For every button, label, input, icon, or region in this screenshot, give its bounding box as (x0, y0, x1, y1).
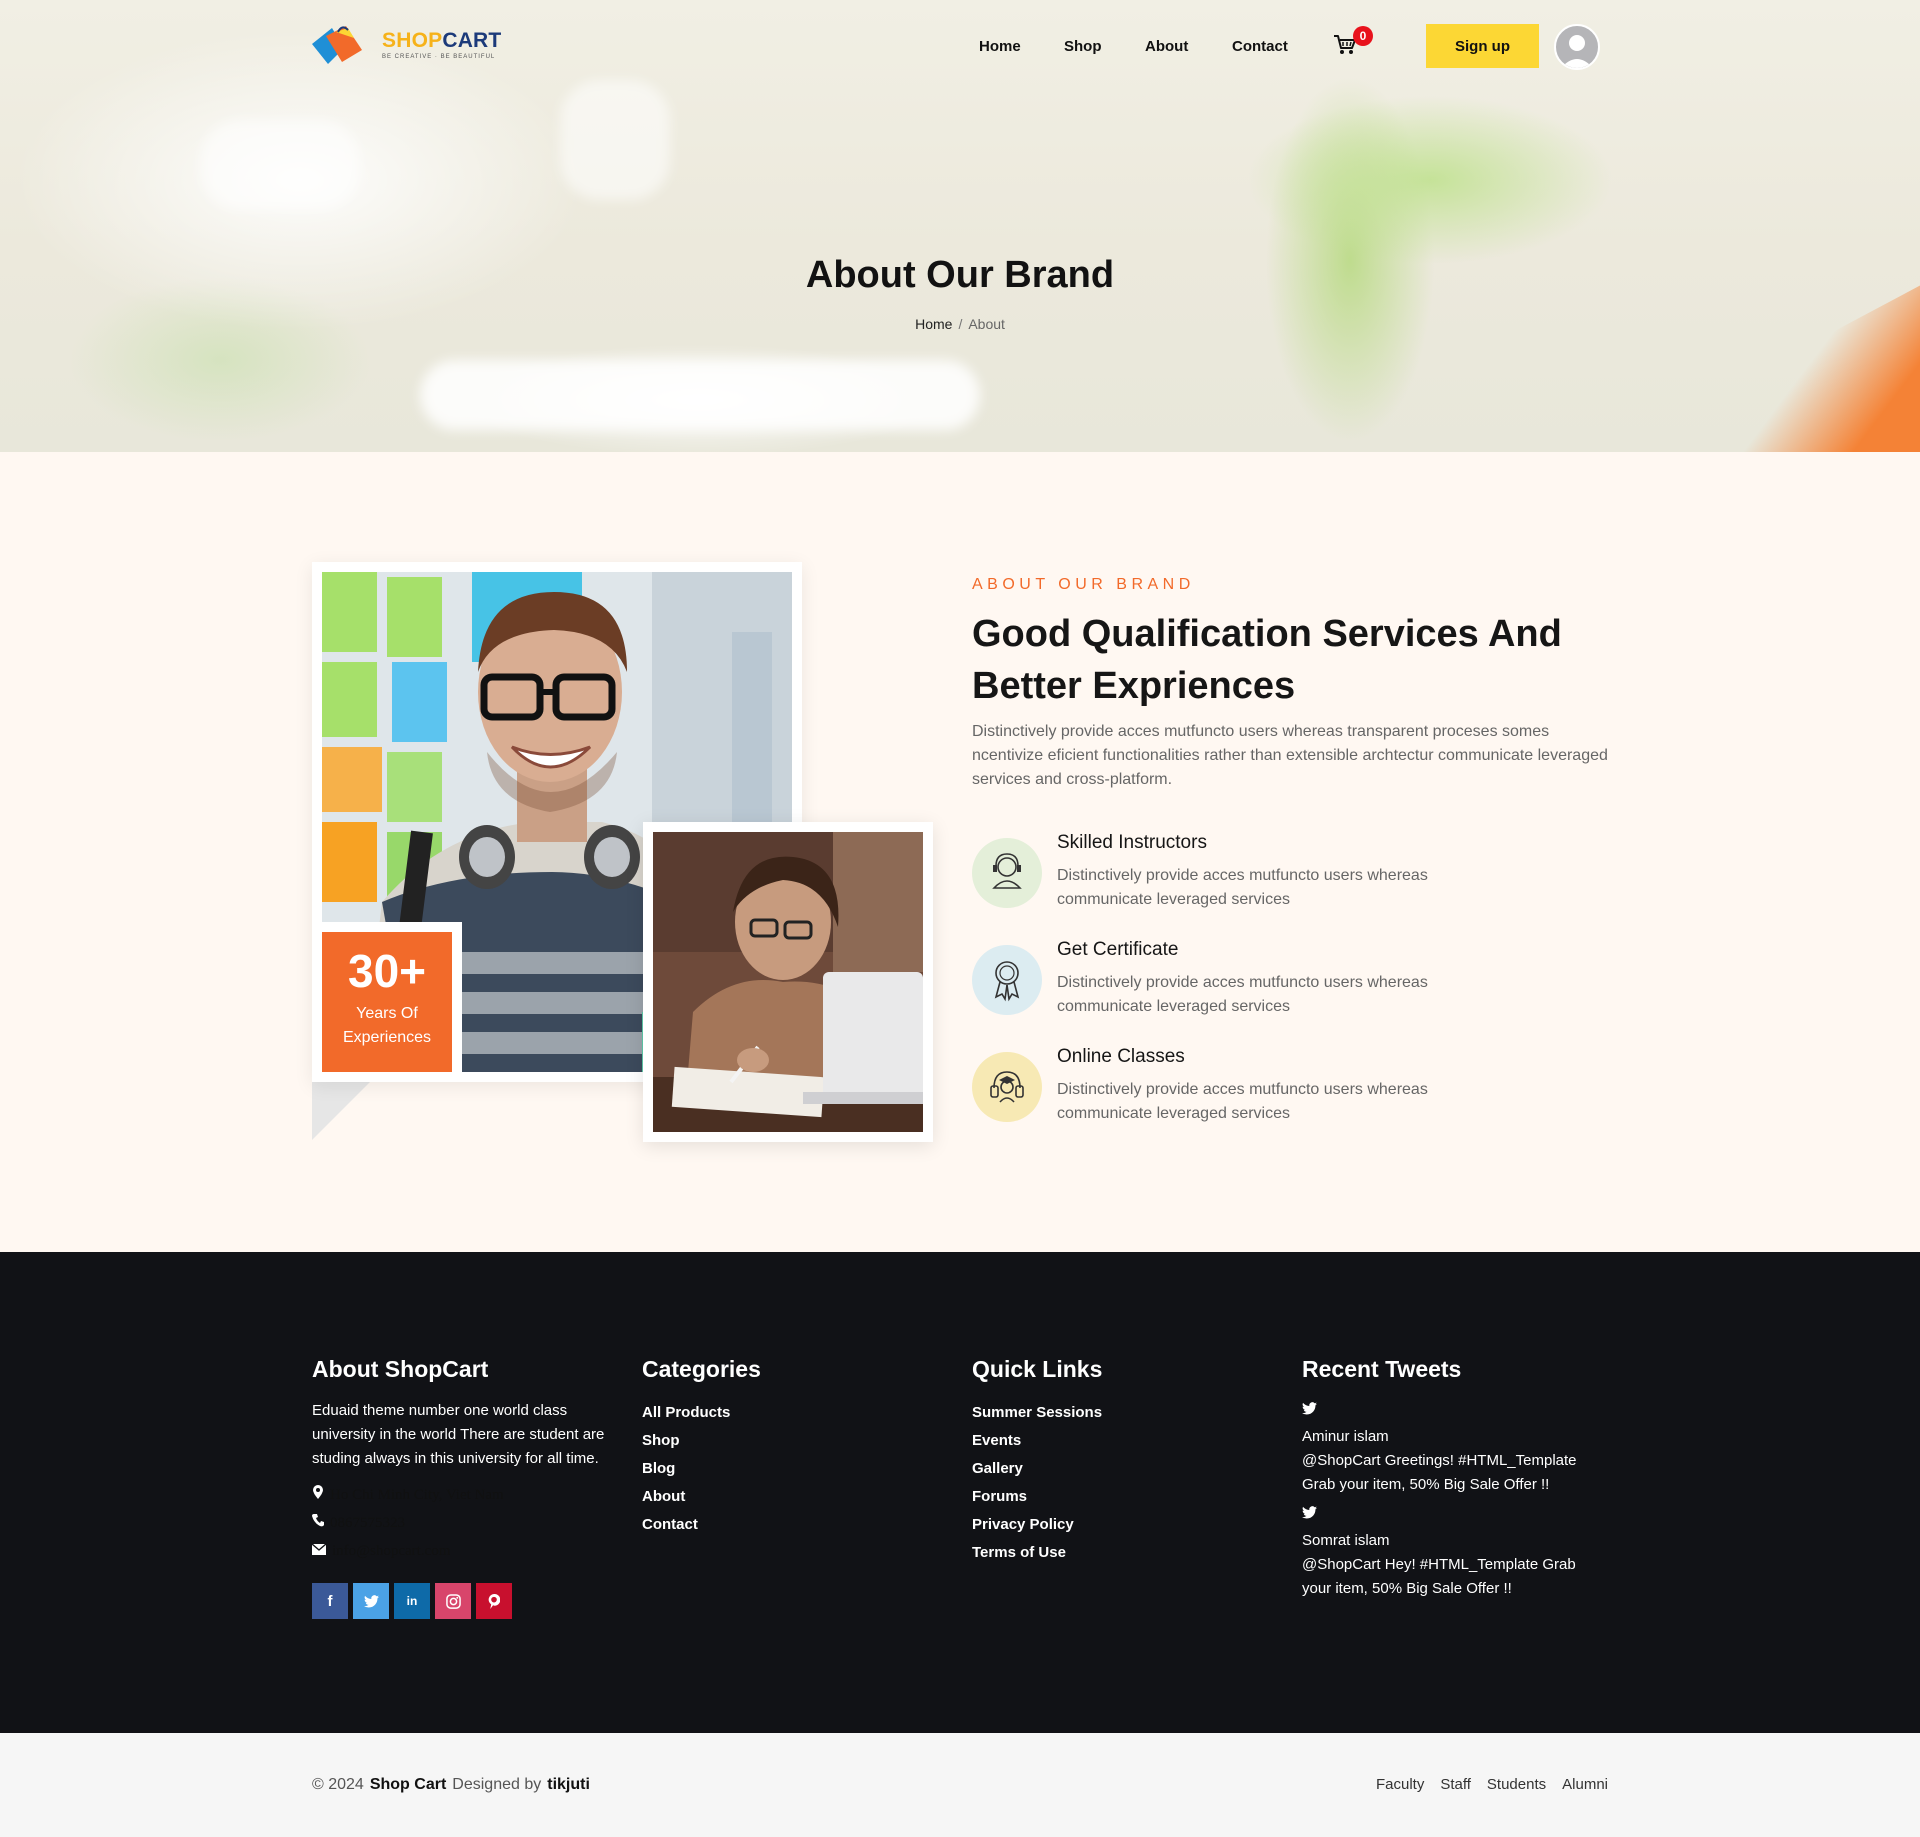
footer-quick-links-column: Quick Links Summer Sessions Events Galle… (972, 1356, 1102, 1567)
designer-name[interactable]: tikjuti (547, 1776, 590, 1793)
feature-get-certificate: Get Certificate Distinctively provide ac… (972, 939, 1572, 1019)
twitter-bird-icon (1302, 1399, 1602, 1423)
footer-about-text: Eduaid theme number one world class univ… (312, 1402, 605, 1467)
tweet-author: Aminur islam (1302, 1428, 1389, 1445)
decorative-triangle (312, 1080, 372, 1140)
hero-bg-blob (420, 360, 980, 430)
user-avatar[interactable] (1554, 24, 1600, 70)
bottom-links: Faculty Staff Students Alumni (1376, 1776, 1608, 1793)
nav-about[interactable]: About (1145, 38, 1188, 55)
site-footer (0, 1252, 1920, 1733)
experience-label-line2: Experiences (342, 1029, 432, 1046)
feature-description: Distinctively provide acces mutfuncto us… (1057, 867, 1428, 908)
footer-quick-links-title: Quick Links (972, 1356, 1103, 1382)
bottom-link-students[interactable]: Students (1487, 1776, 1546, 1793)
footer-categories-title: Categories (642, 1356, 761, 1382)
section-subtitle: ABOUT OUR BRAND (972, 576, 1195, 593)
logo-text: SHOPCART (382, 29, 502, 52)
tweet-text: @ShopCart Hey! #HTML_Template Grab your … (1302, 1556, 1576, 1597)
footer-link-blog[interactable]: Blog (642, 1455, 761, 1483)
bottom-link-faculty[interactable]: Faculty (1376, 1776, 1424, 1793)
footer-link-summer-sessions[interactable]: Summer Sessions (972, 1399, 1102, 1427)
pinterest-icon[interactable] (476, 1583, 512, 1619)
breadcrumb-current: About (968, 316, 1005, 332)
about-section (0, 452, 1920, 1252)
instagram-icon[interactable] (435, 1583, 471, 1619)
footer-categories-column: Categories All Products Shop Blog About … (642, 1356, 761, 1539)
hero-banner: SHOPCART BE CREATIVE · BE BEAUTIFUL Home… (0, 0, 1920, 452)
twitter-bird-icon (1302, 1503, 1602, 1527)
cart-count-badge: 0 (1353, 26, 1373, 46)
footer-address: Ho Chi Minh City, Viet Nam (312, 1481, 622, 1509)
signup-button[interactable]: Sign up (1426, 24, 1539, 68)
section-description: Distinctively provide acces mutfuncto us… (972, 723, 1608, 788)
tweet-item: Aminur islam @ShopCart Greetings! #HTML_… (1302, 1399, 1602, 1497)
footer-tweets-column: Recent Tweets Aminur islam @ShopCart Gre… (1302, 1356, 1602, 1601)
feature-title: Online Classes (1057, 1046, 1185, 1067)
footer-link-all-products[interactable]: All Products (642, 1399, 761, 1427)
breadcrumb-separator: / (958, 316, 963, 332)
experience-number: 30+ (347, 945, 427, 997)
location-pin-icon (312, 1481, 324, 1509)
hero-bg-blob (560, 80, 670, 200)
site-logo[interactable]: SHOPCART BE CREATIVE · BE BEAUTIFUL (308, 22, 501, 68)
twitter-icon[interactable] (353, 1583, 389, 1619)
footer-link-privacy-policy[interactable]: Privacy Policy (972, 1511, 1102, 1539)
tweet-text: @ShopCart Greetings! #HTML_Template Grab… (1302, 1452, 1577, 1493)
social-links: f in (312, 1583, 622, 1619)
logo-icon (308, 22, 376, 68)
footer-categories-list: All Products Shop Blog About Contact (642, 1399, 761, 1539)
tweet-item: Somrat islam @ShopCart Hey! #HTML_Templa… (1302, 1503, 1602, 1601)
nav-shop[interactable]: Shop (1064, 38, 1102, 55)
facebook-icon[interactable]: f (312, 1583, 348, 1619)
feature-skilled-instructors: Skilled Instructors Distinctively provid… (972, 832, 1572, 912)
bottom-link-alumni[interactable]: Alumni (1562, 1776, 1608, 1793)
tweet-author: Somrat islam (1302, 1532, 1390, 1549)
girl-studying-image-frame (643, 822, 933, 1142)
hero-bg-blob (200, 120, 360, 210)
experience-badge-frame: 30+ Years Of Experiences (312, 922, 462, 1082)
footer-about-title: About ShopCart (312, 1356, 489, 1382)
online-classes-icon (972, 1052, 1042, 1122)
footer-link-gallery[interactable]: Gallery (972, 1455, 1102, 1483)
girl-studying-photo (653, 832, 923, 1132)
nav-home[interactable]: Home (979, 38, 1021, 55)
section-title: Good Qualification Services And Better E… (972, 613, 1562, 707)
copyright: © 2024 Shop Cart Designed by tikjuti (312, 1776, 590, 1793)
bottom-link-staff[interactable]: Staff (1440, 1776, 1471, 1793)
footer-link-forums[interactable]: Forums (972, 1483, 1102, 1511)
feature-title: Skilled Instructors (1057, 832, 1207, 853)
copyright-site-name[interactable]: Shop Cart (370, 1776, 446, 1793)
experience-label-line1: Years Of (356, 1005, 418, 1022)
footer-phone[interactable]: 0867575323 (312, 1509, 622, 1537)
footer-link-about[interactable]: About (642, 1483, 761, 1511)
breadcrumb: Home / About (0, 316, 1920, 332)
feature-description: Distinctively provide acces mutfuncto us… (1057, 1081, 1428, 1122)
footer-link-shop[interactable]: Shop (642, 1427, 761, 1455)
footer-email[interactable]: info@shopcart.com (311, 1537, 622, 1565)
nav-contact[interactable]: Contact (1232, 38, 1288, 55)
bottom-bar: © 2024 Shop Cart Designed by tikjuti Facult… (0, 1733, 1920, 1837)
footer-link-terms-of-use[interactable]: Terms of Use (972, 1539, 1102, 1567)
feature-description: Distinctively provide acces mutfuncto us… (1057, 974, 1428, 1015)
linkedin-icon[interactable]: in (394, 1583, 430, 1619)
footer-about-column: About ShopCart Eduaid theme number one w… (311, 1356, 622, 1619)
instructor-icon (972, 838, 1042, 908)
envelope-icon (311, 1537, 327, 1565)
logo-tagline: BE CREATIVE · BE BEAUTIFUL (382, 54, 496, 60)
hero-orange-shape (1649, 274, 1920, 452)
footer-quick-links-list: Summer Sessions Events Gallery Forums Pr… (972, 1399, 1102, 1567)
page-title: About Our Brand (805, 254, 1115, 296)
experience-badge: 30+ Years Of Experiences (322, 932, 452, 1072)
breadcrumb-home[interactable]: Home (915, 316, 952, 332)
phone-icon (312, 1509, 324, 1537)
certificate-icon (972, 945, 1042, 1015)
footer-tweets-title: Recent Tweets (1302, 1356, 1462, 1382)
feature-online-classes: Online Classes Distinctively provide acc… (972, 1046, 1572, 1126)
footer-link-events[interactable]: Events (972, 1427, 1102, 1455)
footer-link-contact[interactable]: Contact (642, 1511, 761, 1539)
feature-title: Get Certificate (1057, 939, 1179, 960)
